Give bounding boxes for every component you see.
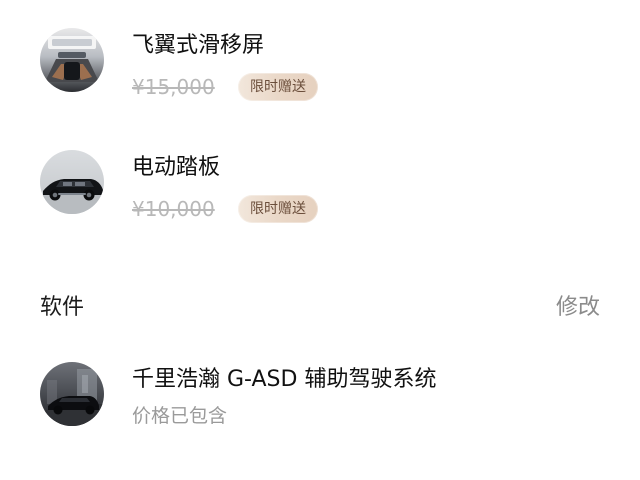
edit-software-button[interactable]: 修改 — [556, 294, 600, 322]
option-price: ¥10,000 — [132, 197, 215, 221]
software-item-g-asd[interactable]: 千里浩瀚 G-ASD 辅助驾驶系统 价格已包含 — [40, 362, 600, 442]
section-title: 软件 — [40, 295, 85, 320]
options-list-page: 飞翼式滑移屏 ¥15,000 限时赠送 电动踏板 ¥10,000 限时赠送 软件… — [0, 0, 640, 480]
option-price: ¥15,000 — [132, 75, 215, 99]
option-item-electric-step[interactable]: 电动踏板 ¥10,000 限时赠送 — [40, 150, 600, 230]
promotion-badge: 限时赠送 — [238, 195, 318, 223]
software-title: 千里浩瀚 G-ASD 辅助驾驶系统 — [132, 367, 437, 392]
software-section-header: 软件 修改 — [40, 294, 600, 322]
electric-step-car-icon — [40, 150, 104, 214]
option-title: 电动踏板 — [132, 155, 221, 180]
car-interior-screen-icon — [40, 28, 104, 92]
promotion-badge: 限时赠送 — [238, 73, 318, 101]
option-item-slide-screen[interactable]: 飞翼式滑移屏 ¥15,000 限时赠送 — [40, 28, 600, 108]
car-driving-system-icon — [40, 362, 104, 426]
software-subtitle: 价格已包含 — [132, 405, 228, 427]
option-title: 飞翼式滑移屏 — [132, 33, 265, 58]
